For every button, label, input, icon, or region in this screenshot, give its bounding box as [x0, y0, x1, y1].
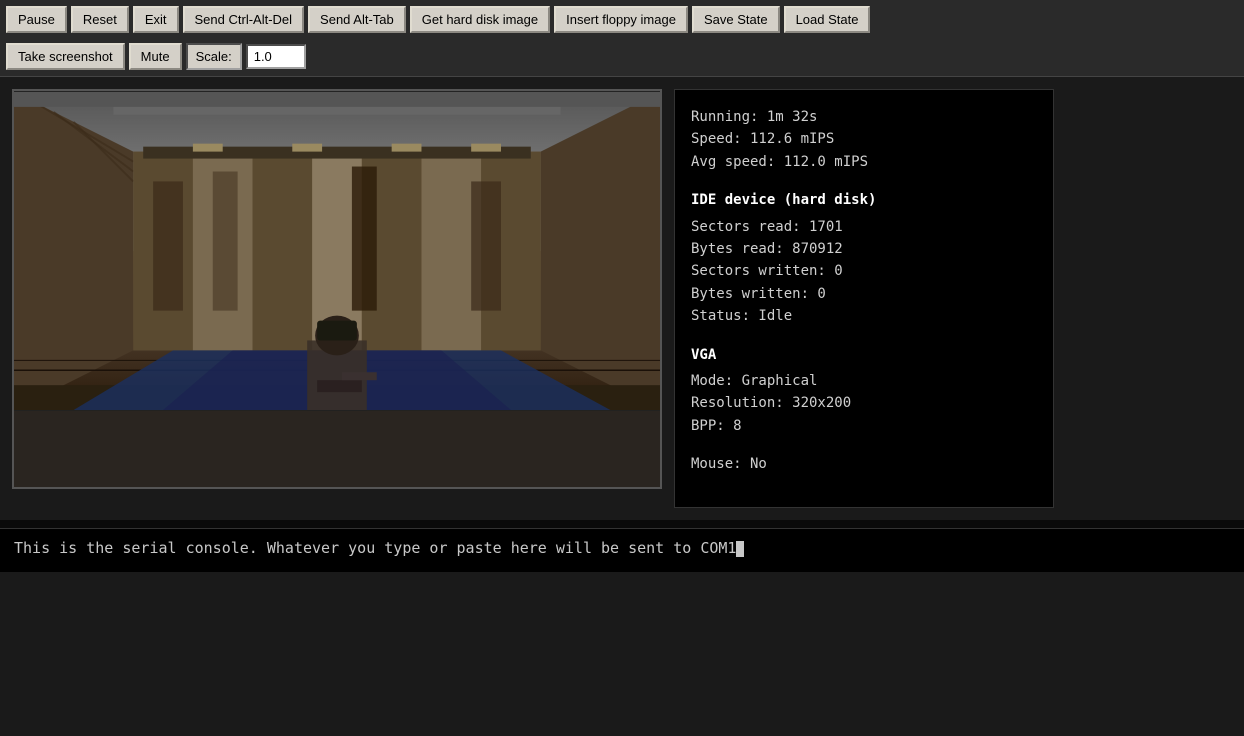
ide-title: IDE device (hard disk) — [691, 189, 1037, 211]
reset-button[interactable]: Reset — [71, 6, 129, 33]
scale-label: Scale: — [186, 43, 242, 70]
mouse-stat: Mouse: No — [691, 453, 1037, 475]
doom-game-area — [14, 91, 660, 411]
sectors-read-stat: Sectors read: 1701 — [691, 216, 1037, 238]
speed-stat: Speed: 112.6 mIPS — [691, 128, 1037, 150]
insert-floppy-button[interactable]: Insert floppy image — [554, 6, 688, 33]
mute-button[interactable]: Mute — [129, 43, 182, 70]
exit-button[interactable]: Exit — [133, 6, 179, 33]
console-cursor — [736, 541, 744, 557]
bytes-read-stat: Bytes read: 870912 — [691, 238, 1037, 260]
running-stat: Running: 1m 32s — [691, 106, 1037, 128]
avg-speed-stat: Avg speed: 112.0 mIPS — [691, 151, 1037, 173]
doom-scene-svg — [14, 91, 660, 411]
get-hard-disk-button[interactable]: Get hard disk image — [410, 6, 550, 33]
send-ctrl-alt-del-button[interactable]: Send Ctrl-Alt-Del — [183, 6, 305, 33]
bottom-section: This is the serial console. Whatever you… — [0, 520, 1244, 572]
toolbar-row-1: Pause Reset Exit Send Ctrl-Alt-Del Send … — [6, 6, 1238, 33]
sectors-written-stat: Sectors written: 0 — [691, 260, 1037, 282]
toolbar: Pause Reset Exit Send Ctrl-Alt-Del Send … — [0, 0, 1244, 77]
stats-vga: VGA Mode: Graphical Resolution: 320x200 … — [691, 344, 1037, 438]
doom-screen: 50 AMMO 100% HEALTH 2 3 4 5 6 7 - - - AR… — [14, 91, 660, 487]
bytes-written-stat: Bytes written: 0 — [691, 283, 1037, 305]
stats-runtime: Running: 1m 32s Speed: 112.6 mIPS Avg sp… — [691, 106, 1037, 173]
main-content: 50 AMMO 100% HEALTH 2 3 4 5 6 7 - - - AR… — [0, 77, 1244, 520]
take-screenshot-button[interactable]: Take screenshot — [6, 43, 125, 70]
bpp-stat: BPP: 8 — [691, 415, 1037, 437]
pause-button[interactable]: Pause — [6, 6, 67, 33]
send-alt-tab-button[interactable]: Send Alt-Tab — [308, 6, 406, 33]
mode-stat: Mode: Graphical — [691, 370, 1037, 392]
stats-ide: IDE device (hard disk) Sectors read: 170… — [691, 189, 1037, 327]
scale-container: Scale: — [186, 43, 306, 70]
save-state-button[interactable]: Save State — [692, 6, 780, 33]
serial-console[interactable]: This is the serial console. Whatever you… — [0, 528, 1244, 572]
status-stat: Status: Idle — [691, 305, 1037, 327]
stats-panel: Running: 1m 32s Speed: 112.6 mIPS Avg sp… — [674, 89, 1054, 508]
doom-hud: 50 AMMO 100% HEALTH 2 3 4 5 6 7 - - - AR… — [14, 411, 660, 489]
scale-input[interactable] — [246, 44, 306, 69]
stats-mouse: Mouse: No — [691, 453, 1037, 475]
console-text: This is the serial console. Whatever you… — [14, 539, 736, 557]
toolbar-row-2: Take screenshot Mute Scale: — [6, 43, 1238, 70]
resolution-stat: Resolution: 320x200 — [691, 392, 1037, 414]
vga-title: VGA — [691, 344, 1037, 366]
emulator-display[interactable]: 50 AMMO 100% HEALTH 2 3 4 5 6 7 - - - AR… — [12, 89, 662, 489]
load-state-button[interactable]: Load State — [784, 6, 871, 33]
